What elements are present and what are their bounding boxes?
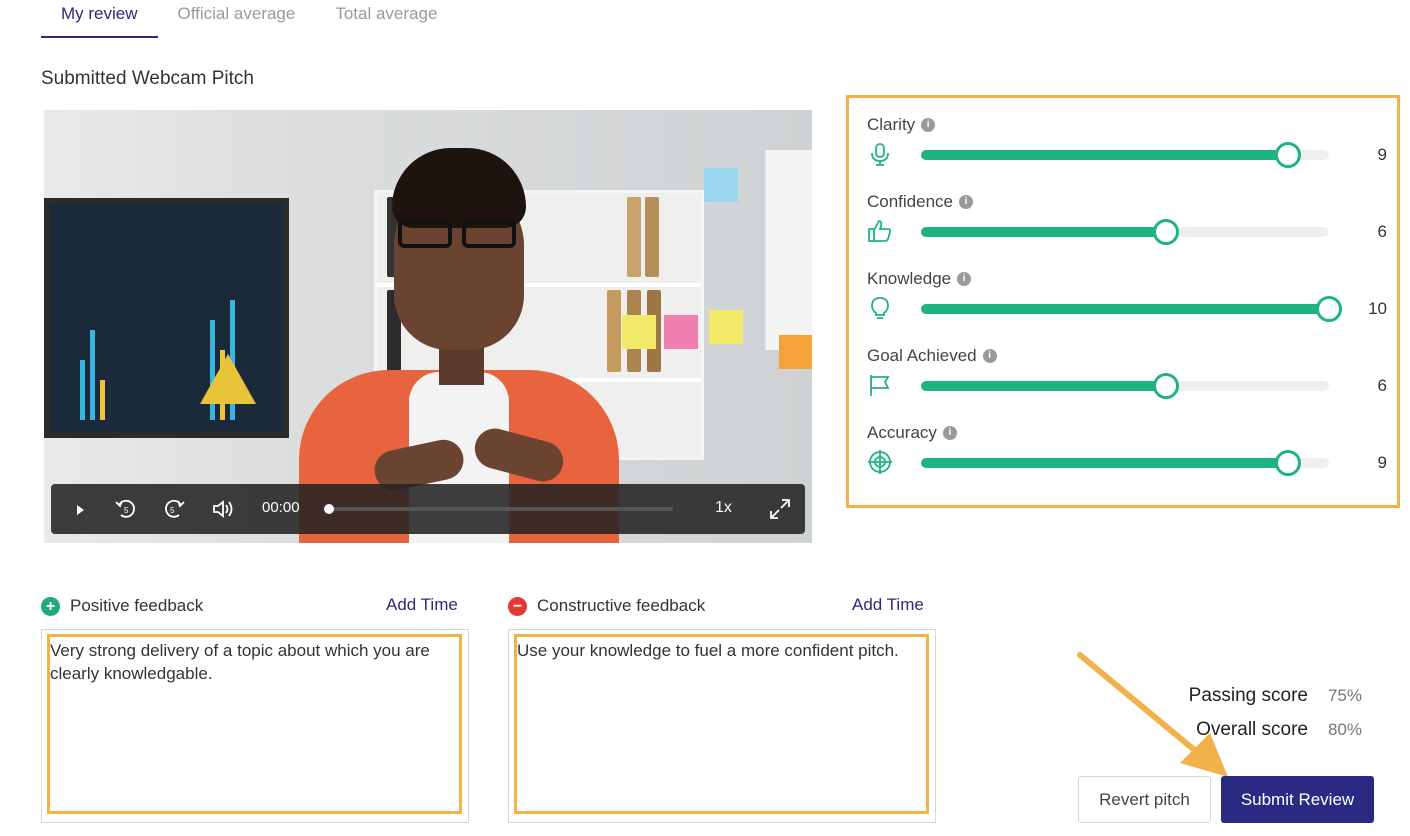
slider-thumb[interactable]	[1152, 219, 1179, 245]
positive-feedback-header: + Positive feedback	[41, 595, 203, 617]
rating-label: Accuracy	[867, 423, 937, 442]
video-controls: 5 5 00:00 1x	[51, 484, 805, 534]
svg-text:5: 5	[170, 506, 175, 515]
forward-icon[interactable]: 5	[161, 496, 187, 522]
clarity-slider[interactable]	[921, 142, 1329, 168]
accuracy-slider[interactable]	[921, 450, 1329, 476]
video-progress-bar[interactable]	[324, 504, 673, 514]
time-display: 00:00	[262, 499, 300, 516]
thumbs-up-icon	[867, 218, 893, 244]
rating-accuracy: Accuracy i 9	[867, 423, 1387, 493]
lightbulb-icon	[867, 295, 893, 321]
slider-thumb[interactable]	[1152, 373, 1179, 399]
rating-knowledge: Knowledge i 10	[867, 269, 1387, 339]
slider-thumb[interactable]	[1275, 142, 1302, 168]
rating-value: 6	[1377, 376, 1387, 395]
positive-add-time-link[interactable]: Add Time	[386, 595, 458, 615]
rating-value: 10	[1368, 299, 1387, 318]
progress-handle[interactable]	[324, 504, 334, 514]
rating-value: 6	[1377, 222, 1387, 241]
rewind-icon[interactable]: 5	[113, 496, 139, 522]
constructive-feedback-title: Constructive feedback	[537, 596, 706, 615]
video-board	[764, 150, 812, 350]
constructive-add-time-link[interactable]: Add Time	[852, 595, 924, 615]
video-sticky	[779, 335, 812, 369]
volume-icon[interactable]	[209, 496, 237, 522]
playback-speed[interactable]: 1x	[715, 499, 732, 517]
ratings-panel: Clarity i 9 Confidence i 6 Knowledge i 10 G…	[846, 95, 1400, 508]
video-monitor	[44, 198, 289, 438]
page-title: Submitted Webcam Pitch	[41, 68, 254, 89]
slider-thumb[interactable]	[1275, 450, 1302, 476]
rating-label: Goal Achieved	[867, 346, 977, 365]
info-icon[interactable]: i	[921, 118, 936, 132]
slider-thumb[interactable]	[1316, 296, 1342, 322]
tab-total-average[interactable]: Total average	[315, 0, 457, 38]
info-icon[interactable]: i	[957, 272, 972, 286]
plus-circle-icon: +	[41, 596, 60, 616]
rating-value: 9	[1377, 145, 1387, 164]
submit-review-button[interactable]: Submit Review	[1221, 776, 1374, 823]
positive-feedback-input[interactable]: Very strong delivery of a topic about wh…	[50, 639, 458, 809]
svg-text:5: 5	[124, 506, 129, 515]
minus-circle-icon: −	[508, 596, 527, 616]
rating-label: Knowledge	[867, 269, 952, 288]
video-sticky	[709, 310, 743, 344]
knowledge-slider[interactable]	[921, 296, 1342, 322]
constructive-feedback-header: − Constructive feedback	[508, 595, 705, 617]
microphone-icon	[867, 141, 893, 167]
rating-confidence: Confidence i 6	[867, 192, 1387, 262]
info-icon[interactable]: i	[959, 195, 974, 209]
goal-achieved-slider[interactable]	[921, 373, 1329, 399]
rating-value: 9	[1377, 453, 1387, 472]
rating-label: Clarity	[867, 115, 916, 134]
positive-feedback-box: Very strong delivery of a topic about wh…	[41, 629, 469, 823]
video-player[interactable]	[44, 110, 812, 543]
target-icon	[867, 449, 893, 475]
annotation-arrow-icon	[1077, 652, 1228, 777]
play-icon[interactable]	[69, 499, 91, 521]
passing-score-value: 75%	[1327, 686, 1362, 705]
tab-official-average[interactable]: Official average	[158, 0, 316, 38]
positive-feedback-title: Positive feedback	[70, 596, 204, 615]
flag-icon	[867, 372, 893, 398]
rating-goal-achieved: Goal Achieved i 6	[867, 346, 1387, 416]
constructive-feedback-input[interactable]: Use your knowledge to fuel a more confid…	[517, 639, 925, 809]
overall-score-value: 80%	[1327, 720, 1362, 739]
video-sticky	[622, 315, 656, 349]
video-sticky	[664, 315, 698, 349]
video-sticky	[704, 168, 738, 202]
review-tabs: My review Official average Total average	[41, 0, 457, 38]
confidence-slider[interactable]	[921, 219, 1329, 245]
constructive-feedback-box: Use your knowledge to fuel a more confid…	[508, 629, 936, 823]
info-icon[interactable]: i	[942, 426, 957, 440]
tab-my-review[interactable]: My review	[41, 0, 158, 38]
fullscreen-icon[interactable]	[767, 496, 793, 522]
rating-clarity: Clarity i 9	[867, 115, 1387, 185]
revert-pitch-button[interactable]: Revert pitch	[1078, 776, 1211, 823]
rating-label: Confidence	[867, 192, 954, 211]
info-icon[interactable]: i	[982, 349, 997, 363]
